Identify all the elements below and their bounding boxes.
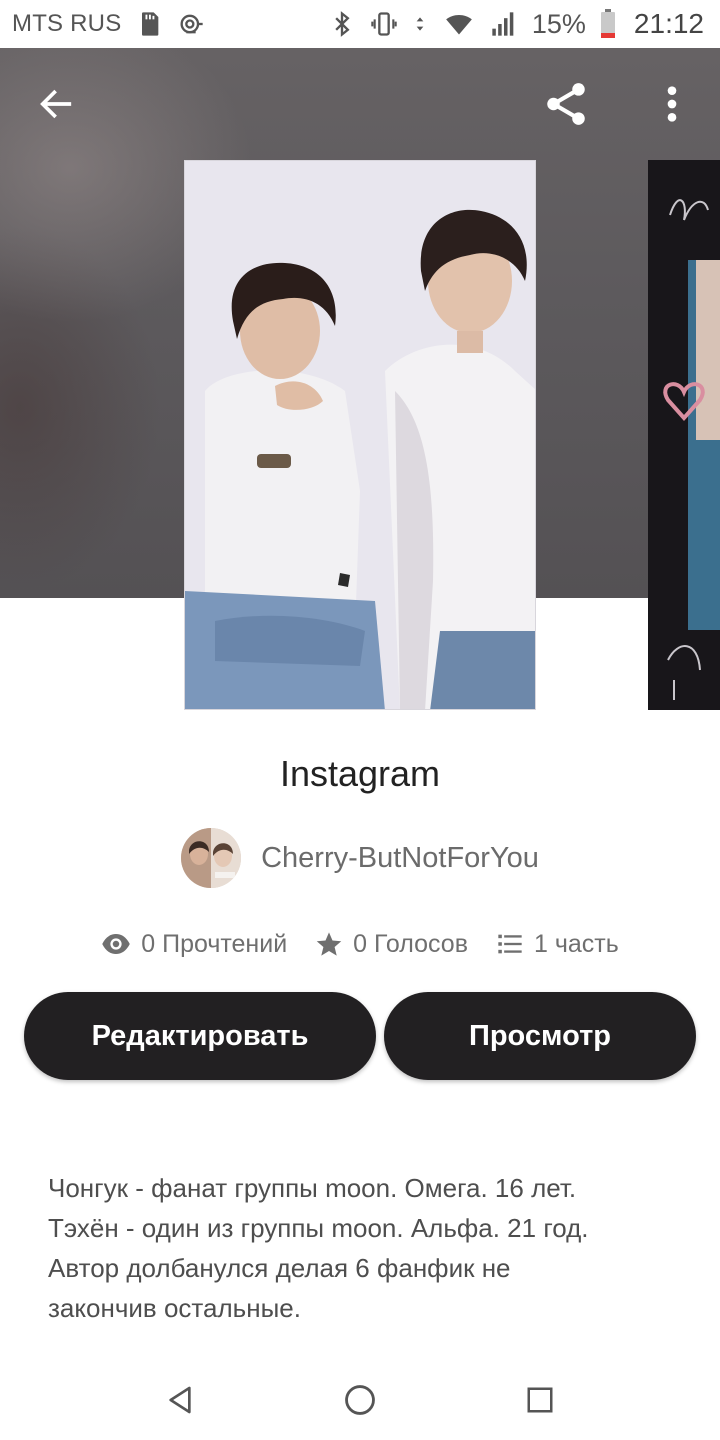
signal-icon — [492, 12, 514, 36]
carrier-name: MTS RUS — [12, 10, 122, 37]
nav-back-button[interactable] — [148, 1368, 212, 1432]
nfc-icon — [180, 14, 204, 34]
nav-recents-button[interactable] — [508, 1368, 572, 1432]
battery-icon — [600, 9, 615, 38]
parts-count: 1 часть — [533, 929, 619, 958]
author-row[interactable]: Cherry-ButNotForYou — [0, 826, 720, 890]
description-line: Чонгук - фанат группы moon. Омега. 16 ле… — [48, 1173, 577, 1203]
status-clock: 21:12 — [633, 8, 704, 39]
star-icon — [316, 932, 342, 956]
list-icon — [498, 934, 522, 954]
status-bar: MTS RUS 15% 21:12 — [0, 0, 720, 48]
wifi-icon — [446, 14, 472, 35]
description-line: закончив остальные. — [48, 1293, 301, 1323]
description-line: Тэхён - один из группы moon. Альфа. 21 г… — [48, 1213, 589, 1243]
description-line: Автор долбанулся делая 6 фанфик не — [48, 1253, 511, 1283]
nav-home-icon — [345, 1385, 375, 1415]
reads-stat: 0 Прочтений — [101, 929, 287, 959]
author-avatar — [181, 828, 242, 888]
battery-percent: 15% — [531, 8, 586, 39]
votes-stat: 0 Голосов — [315, 930, 468, 959]
next-cover-image — [648, 160, 720, 710]
eye-icon — [102, 934, 130, 954]
story-cover[interactable] — [184, 160, 536, 710]
status-left: MTS RUS — [12, 10, 205, 38]
author-name: Cherry-ButNotForYou — [261, 841, 539, 874]
vibrate-icon — [371, 12, 397, 36]
status-right: 15% 21:12 — [328, 8, 704, 40]
edit-button[interactable]: Редактировать — [24, 992, 376, 1080]
cover-image — [185, 161, 535, 709]
next-story-cover[interactable] — [648, 160, 720, 710]
story-details-screen: MTS RUS 15% 21:12 Instagram Cherry-ButNo… — [0, 0, 720, 1440]
nav-back-icon — [169, 1386, 191, 1414]
back-button[interactable] — [24, 72, 88, 136]
story-stats: 0 Прочтений 0 Голосов 1 часть — [0, 922, 720, 966]
reads-count: 0 Прочтений — [141, 929, 288, 958]
system-nav-bar — [0, 1360, 720, 1440]
story-title: Instagram — [279, 753, 441, 794]
data-arrows-icon — [416, 17, 424, 31]
share-icon — [547, 83, 585, 125]
sd-card-icon — [142, 12, 159, 36]
nav-recents-icon — [527, 1387, 553, 1413]
back-arrow-icon — [40, 89, 72, 119]
more-options-button[interactable] — [640, 72, 704, 136]
nav-home-button[interactable] — [328, 1368, 392, 1432]
bluetooth-icon — [335, 11, 350, 37]
view-button[interactable]: Просмотр — [384, 992, 696, 1080]
share-button[interactable] — [534, 72, 598, 136]
story-description: Чонгук - фанат группы moon. Омега. 16 ле… — [48, 1168, 688, 1328]
votes-count: 0 Голосов — [353, 929, 468, 958]
avatar-image — [181, 828, 242, 888]
parts-stat: 1 часть — [496, 930, 619, 959]
more-vert-icon — [667, 86, 677, 122]
